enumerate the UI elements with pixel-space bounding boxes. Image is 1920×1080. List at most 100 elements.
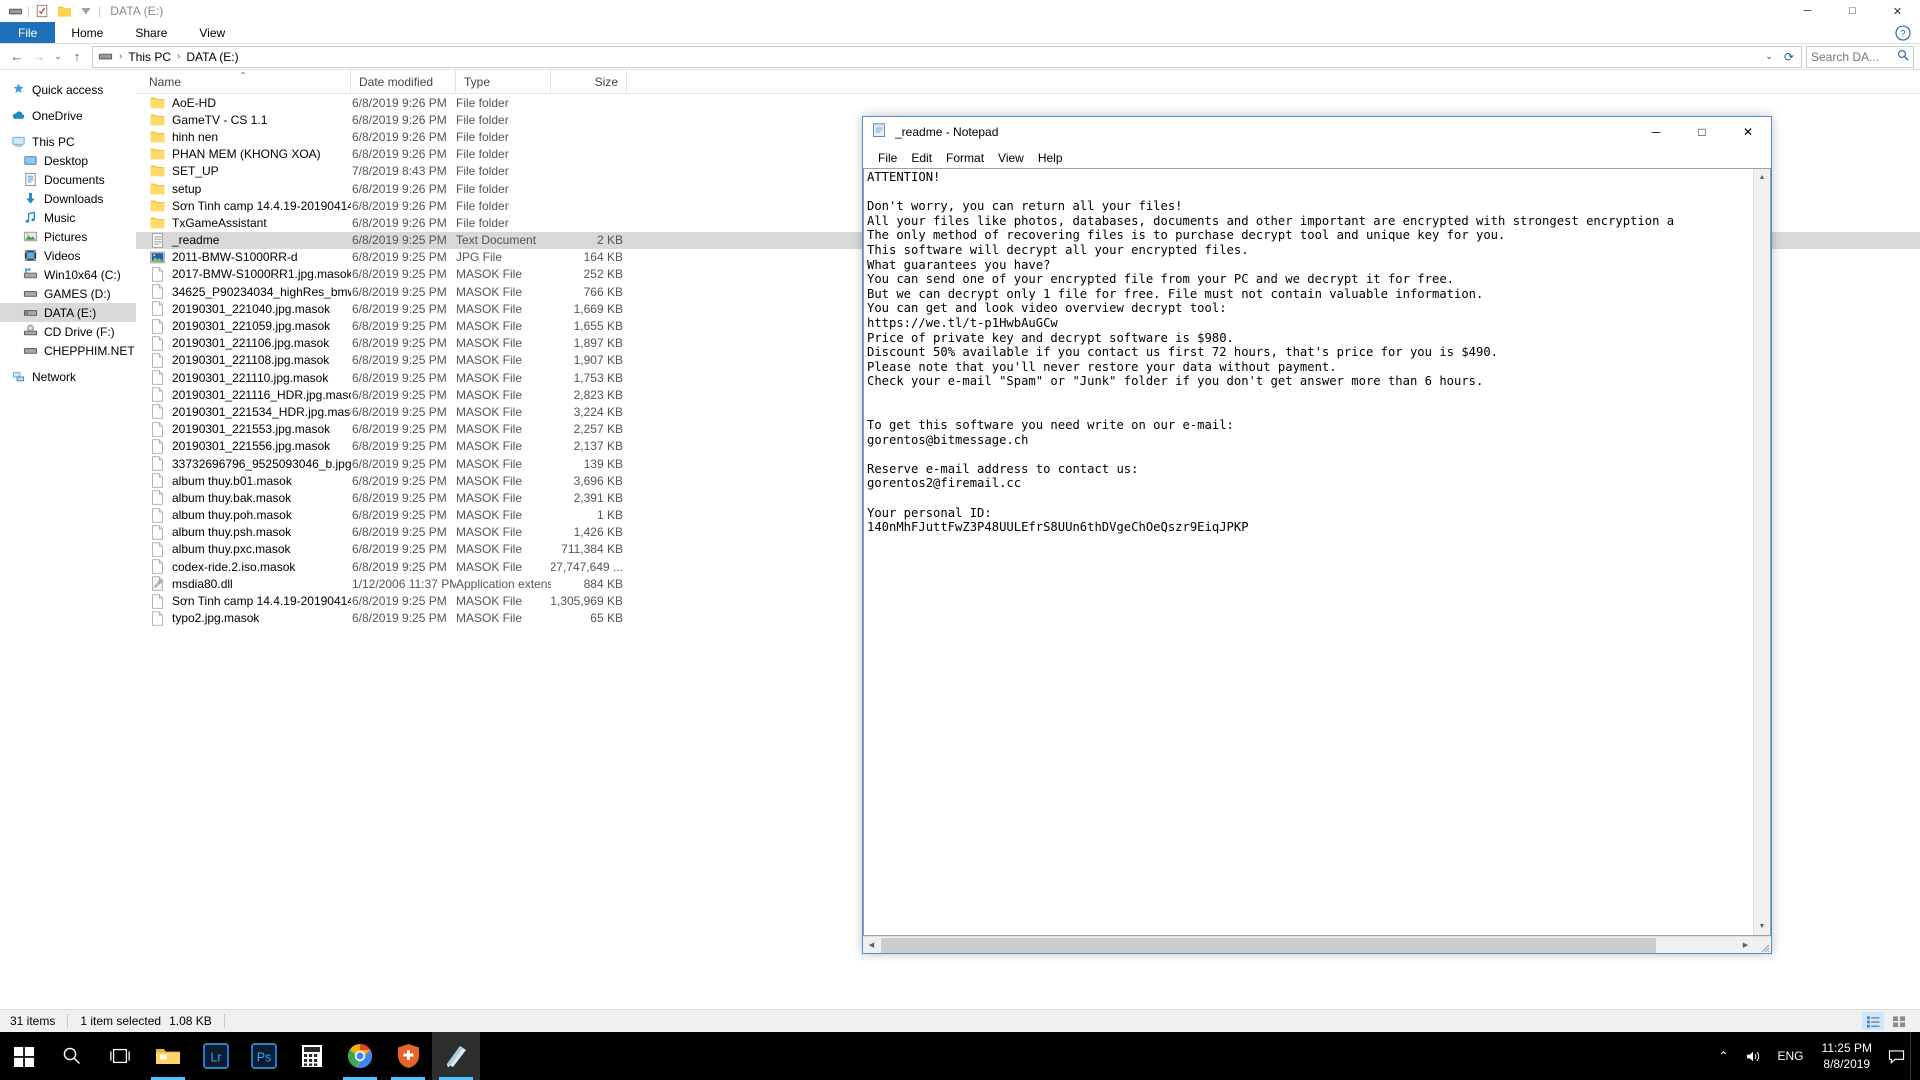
- chrome-button[interactable]: [336, 1032, 384, 1080]
- up-button[interactable]: ↑: [66, 46, 88, 68]
- file-name: 20190301_221116_HDR.jpg.masok: [172, 387, 351, 402]
- back-button[interactable]: ←: [6, 46, 28, 68]
- file-size-cell: 1,897 KB: [573, 336, 623, 351]
- maximize-button[interactable]: □: [1830, 0, 1875, 22]
- scroll-up-icon[interactable]: ▲: [1754, 169, 1771, 186]
- tab-home[interactable]: Home: [55, 22, 119, 43]
- file-name: album thuy.poh.masok: [172, 508, 292, 523]
- new-folder-icon[interactable]: [53, 0, 75, 22]
- search-button[interactable]: [48, 1032, 96, 1080]
- resize-grip-icon[interactable]: [1754, 937, 1771, 954]
- notepad-text-content[interactable]: ATTENTION! Don't worry, you can return a…: [864, 169, 1753, 935]
- antivirus-button[interactable]: [384, 1032, 432, 1080]
- task-view-button[interactable]: [96, 1032, 144, 1080]
- file-date-cell: 6/8/2019 9:25 PM: [352, 336, 447, 351]
- menu-item-help[interactable]: Help: [1031, 148, 1070, 167]
- large-icons-view-icon[interactable]: [1888, 1012, 1910, 1030]
- show-desktop-button[interactable]: [1910, 1032, 1918, 1080]
- sidebar-item-data-e[interactable]: DATA (E:): [0, 303, 136, 322]
- sidebar-item-chepphim-net-g[interactable]: CHEPPHIM.NET (G:: [0, 341, 136, 360]
- file-name: _readme: [172, 233, 220, 248]
- tab-view[interactable]: View: [183, 22, 241, 43]
- file-date-cell: 6/8/2019 9:26 PM: [352, 129, 447, 144]
- network-icon: [10, 369, 26, 385]
- refresh-icon[interactable]: ⟳: [1779, 50, 1799, 64]
- sidebar-item-onedrive[interactable]: OneDrive: [0, 106, 136, 125]
- file-date-cell: 6/8/2019 9:25 PM: [352, 353, 447, 368]
- sidebar-item-desktop[interactable]: Desktop: [0, 151, 136, 170]
- view-mode-buttons: [1862, 1012, 1920, 1030]
- table-row[interactable]: AoE-HD 6/8/2019 9:26 PM File folder: [136, 94, 1920, 111]
- menu-item-file[interactable]: File: [871, 148, 904, 167]
- file-name-cell: album thuy.psh.masok: [136, 524, 351, 540]
- column-header-type[interactable]: Type: [456, 69, 551, 94]
- file-size-cell: 1 KB: [596, 508, 623, 523]
- notepad-horizontal-scrollbar[interactable]: ◀ ▶: [863, 936, 1771, 953]
- address-dropdown-icon[interactable]: ⌄: [1759, 51, 1779, 62]
- close-button[interactable]: ✕: [1875, 0, 1920, 22]
- speaker-icon[interactable]: [1737, 1032, 1770, 1080]
- search-input[interactable]: Search DA...: [1806, 45, 1914, 68]
- notepad-maximize-button[interactable]: □: [1679, 117, 1725, 147]
- breadcrumb-data-drive[interactable]: DATA (E:): [183, 47, 241, 66]
- sidebar-item-documents[interactable]: Documents: [0, 170, 136, 189]
- sidebar-item-music[interactable]: Music: [0, 208, 136, 227]
- minimize-button[interactable]: ─: [1785, 0, 1830, 22]
- tray-chevron-icon[interactable]: ⌃: [1710, 1032, 1736, 1080]
- column-header-size[interactable]: Size: [551, 69, 627, 94]
- file-explorer-button[interactable]: [144, 1032, 192, 1080]
- notepad-vertical-scrollbar[interactable]: ▲ ▼: [1753, 169, 1770, 935]
- details-view-icon[interactable]: [1862, 1012, 1884, 1030]
- menu-item-format[interactable]: Format: [939, 148, 991, 167]
- tab-file[interactable]: File: [0, 22, 56, 43]
- notepad-title-bar[interactable]: _readme - Notepad ─ □ ✕: [863, 117, 1771, 147]
- sidebar-item-games-d[interactable]: GAMES (D:): [0, 284, 136, 303]
- tab-share[interactable]: Share: [119, 22, 183, 43]
- customize-chevron-icon[interactable]: [75, 0, 97, 22]
- photoshop-button[interactable]: Ps: [240, 1032, 288, 1080]
- file-date-cell: 6/8/2019 9:25 PM: [352, 508, 447, 523]
- file-name-cell: SET_UP: [136, 163, 351, 179]
- notepad-close-button[interactable]: ✕: [1725, 117, 1771, 147]
- scroll-right-icon[interactable]: ▶: [1737, 937, 1754, 954]
- sidebar-item-videos[interactable]: Videos: [0, 246, 136, 265]
- recent-locations-button[interactable]: ⌄: [50, 46, 66, 68]
- forward-button[interactable]: →: [28, 46, 50, 68]
- calculator-button[interactable]: [288, 1032, 336, 1080]
- notepad-text-area-wrapper: ATTENTION! Don't worry, you can return a…: [863, 168, 1771, 936]
- menu-item-edit[interactable]: Edit: [904, 148, 939, 167]
- sidebar-item-network[interactable]: Network: [0, 367, 136, 386]
- notepad-minimize-button[interactable]: ─: [1633, 117, 1679, 147]
- sidebar-item-quick-access[interactable]: Quick access: [0, 80, 136, 99]
- start-button[interactable]: [0, 1032, 48, 1080]
- menu-item-view[interactable]: View: [991, 148, 1031, 167]
- clock[interactable]: 11:25 PM 8/8/2019: [1812, 1032, 1882, 1080]
- address-bar[interactable]: › This PC › DATA (E:) ⌄ ⟳: [92, 45, 1802, 68]
- search-icon[interactable]: [1897, 49, 1909, 64]
- navigation-pane[interactable]: Quick access OneDrive This PC Desktop Do…: [0, 70, 136, 1008]
- breadcrumb-this-pc[interactable]: This PC: [125, 47, 174, 66]
- scroll-left-icon[interactable]: ◀: [863, 937, 880, 954]
- sidebar-item-pictures[interactable]: Pictures: [0, 227, 136, 246]
- file-name: 20190301_221110.jpg.masok: [172, 370, 329, 385]
- scroll-down-icon[interactable]: ▼: [1754, 918, 1771, 935]
- generic-file-icon: [149, 610, 165, 626]
- horizontal-scroll-thumb[interactable]: [881, 937, 1656, 953]
- generic-file-icon: [149, 490, 165, 506]
- sidebar-item-cd-drive-f[interactable]: CD Drive (F:): [0, 322, 136, 341]
- lightroom-button[interactable]: Lr: [192, 1032, 240, 1080]
- properties-icon[interactable]: [31, 0, 53, 22]
- sidebar-item-downloads[interactable]: Downloads: [0, 189, 136, 208]
- file-name: GameTV - CS 1.1: [172, 112, 268, 127]
- help-icon[interactable]: ?: [1886, 22, 1920, 44]
- sidebar-item-this-pc[interactable]: This PC: [0, 132, 136, 151]
- sidebar-item-win10x64-c[interactable]: Win10x64 (C:): [0, 265, 136, 284]
- language-indicator[interactable]: ENG: [1770, 1032, 1812, 1080]
- breadcrumb-drive-icon: [95, 47, 116, 66]
- notification-icon[interactable]: [1882, 1032, 1910, 1080]
- notepad-button[interactable]: [432, 1032, 480, 1080]
- column-header-name[interactable]: ⌃ Name: [136, 69, 351, 94]
- folder-icon: [149, 95, 165, 111]
- generic-file-icon: [149, 559, 165, 575]
- column-header-date-modified[interactable]: Date modified: [351, 69, 456, 94]
